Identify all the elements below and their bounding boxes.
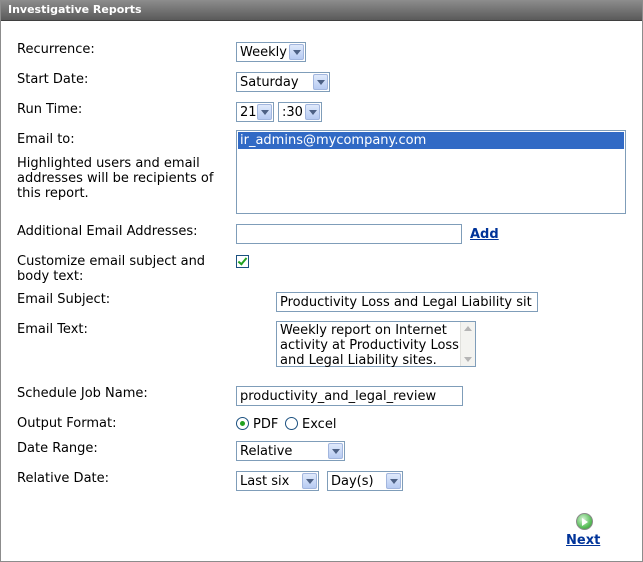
chevron-down-icon [302, 473, 317, 489]
start-date-label: Start Date: [17, 72, 89, 87]
start-date-value: Saturday [240, 75, 299, 90]
scroll-up-icon[interactable] [464, 326, 472, 331]
email-subject-value: Productivity Loss and Legal Liability si… [280, 295, 532, 310]
email-text-scrollbar[interactable] [460, 322, 475, 366]
date-range-value: Relative [240, 444, 293, 459]
email-subject-label: Email Subject: [17, 292, 111, 307]
job-name-label: Schedule Job Name: [17, 386, 148, 401]
chevron-down-icon [386, 473, 401, 489]
recipient-email: ir_admins@mycompany.com [240, 133, 427, 148]
pdf-radio[interactable] [236, 417, 249, 430]
recurrence-select[interactable]: Weekly [236, 42, 306, 62]
date-range-label: Date Range: [17, 441, 98, 456]
job-name-input[interactable]: productivity_and_legal_review [236, 386, 463, 406]
customize-checkbox[interactable] [236, 255, 249, 268]
email-recipients-list[interactable]: ir_admins@mycompany.com [236, 130, 626, 214]
run-time-hour-select[interactable]: 21 [236, 102, 274, 122]
recurrence-label: Recurrence: [17, 42, 95, 57]
chevron-down-icon [328, 443, 343, 459]
relative-date-label: Relative Date: [17, 471, 110, 486]
relative-amount-select[interactable]: Last six [236, 471, 319, 491]
panel-title: Investigative Reports [8, 3, 142, 16]
scroll-down-icon[interactable] [464, 357, 472, 362]
panel-titlebar: Investigative Reports [1, 1, 642, 21]
excel-radio[interactable] [285, 417, 298, 430]
email-text-value: Weekly report on Internet activity at Pr… [280, 323, 459, 368]
email-to-label: Email to: [17, 132, 75, 147]
relative-unit-value: Day(s) [331, 474, 374, 489]
customize-label: Customize email subject and body text: [17, 254, 206, 284]
list-item[interactable]: ir_admins@mycompany.com [238, 132, 624, 149]
next-arrow-icon[interactable] [576, 513, 593, 530]
chevron-down-icon [305, 104, 320, 120]
add-email-link[interactable]: Add [470, 227, 499, 242]
start-date-select[interactable]: Saturday [236, 72, 330, 92]
email-text-label: Email Text: [17, 322, 88, 337]
additional-emails-label: Additional Email Addresses: [17, 224, 198, 239]
recurrence-value: Weekly [240, 45, 287, 60]
email-text-area[interactable]: Weekly report on Internet activity at Pr… [276, 321, 476, 368]
run-time-hour-value: 21 [240, 105, 257, 120]
excel-radio-label: Excel [302, 417, 337, 432]
pdf-radio-label: PDF [253, 417, 279, 432]
job-name-value: productivity_and_legal_review [240, 389, 437, 404]
chevron-down-icon [289, 44, 304, 60]
email-subject-input[interactable]: Productivity Loss and Legal Liability si… [276, 292, 538, 312]
relative-amount-value: Last six [240, 474, 290, 489]
run-time-label: Run Time: [17, 102, 83, 117]
next-link[interactable]: Next [566, 533, 600, 548]
date-range-select[interactable]: Relative [236, 441, 345, 461]
chevron-down-icon [257, 104, 272, 120]
chevron-down-icon [313, 74, 328, 90]
email-to-help: Highlighted users and email addresses wi… [17, 156, 214, 201]
output-format-label: Output Format: [17, 416, 117, 431]
run-time-minute-select[interactable]: :30 [278, 102, 322, 122]
run-time-minute-value: :30 [282, 105, 303, 120]
relative-unit-select[interactable]: Day(s) [327, 471, 403, 491]
additional-emails-input[interactable] [236, 224, 462, 244]
